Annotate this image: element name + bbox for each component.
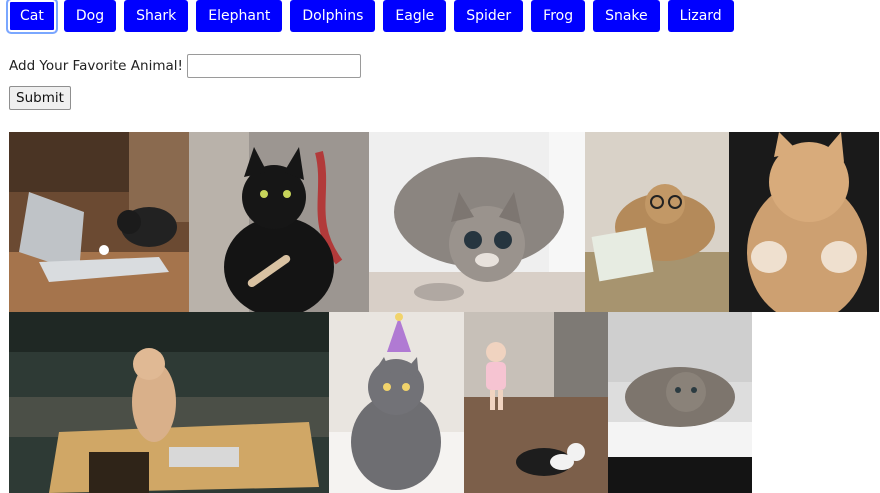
orange-cat-paws-gif (729, 132, 879, 312)
add-animal-label: Add Your Favorite Animal! (9, 58, 183, 74)
black-cat-nail-file-gif (189, 132, 369, 312)
submit-button[interactable]: Submit (9, 86, 71, 110)
animal-button-frog[interactable]: Frog (531, 0, 586, 32)
cat-glasses-book-gif (585, 132, 729, 312)
toddler-cat-gif (464, 312, 608, 493)
animal-input[interactable] (186, 54, 361, 78)
tabby-cat-crouch-gif (369, 132, 585, 312)
animal-button-snake[interactable]: Snake (593, 0, 660, 32)
gray-cat-party-hat-gif (329, 312, 464, 493)
add-animal-form: Add Your Favorite Animal! (9, 54, 361, 78)
animal-button-lizard[interactable]: Lizard (667, 0, 734, 32)
animal-button-row: Cat Dog Shark Elephant Dolphins Eagle Sp… (8, 0, 742, 32)
animal-button-shark[interactable]: Shark (124, 0, 189, 32)
animal-button-elephant[interactable]: Elephant (196, 0, 283, 32)
cat-laptop-gif (9, 132, 189, 312)
animal-button-cat[interactable]: Cat (8, 0, 56, 32)
cat-standing-table-gif (9, 312, 329, 493)
tabby-cat-bed-gif (608, 312, 752, 493)
animal-button-eagle[interactable]: Eagle (383, 0, 447, 32)
animal-button-spider[interactable]: Spider (454, 0, 524, 32)
animal-button-dog[interactable]: Dog (63, 0, 117, 32)
gif-gallery (9, 132, 879, 493)
animal-button-dolphins[interactable]: Dolphins (290, 0, 376, 32)
